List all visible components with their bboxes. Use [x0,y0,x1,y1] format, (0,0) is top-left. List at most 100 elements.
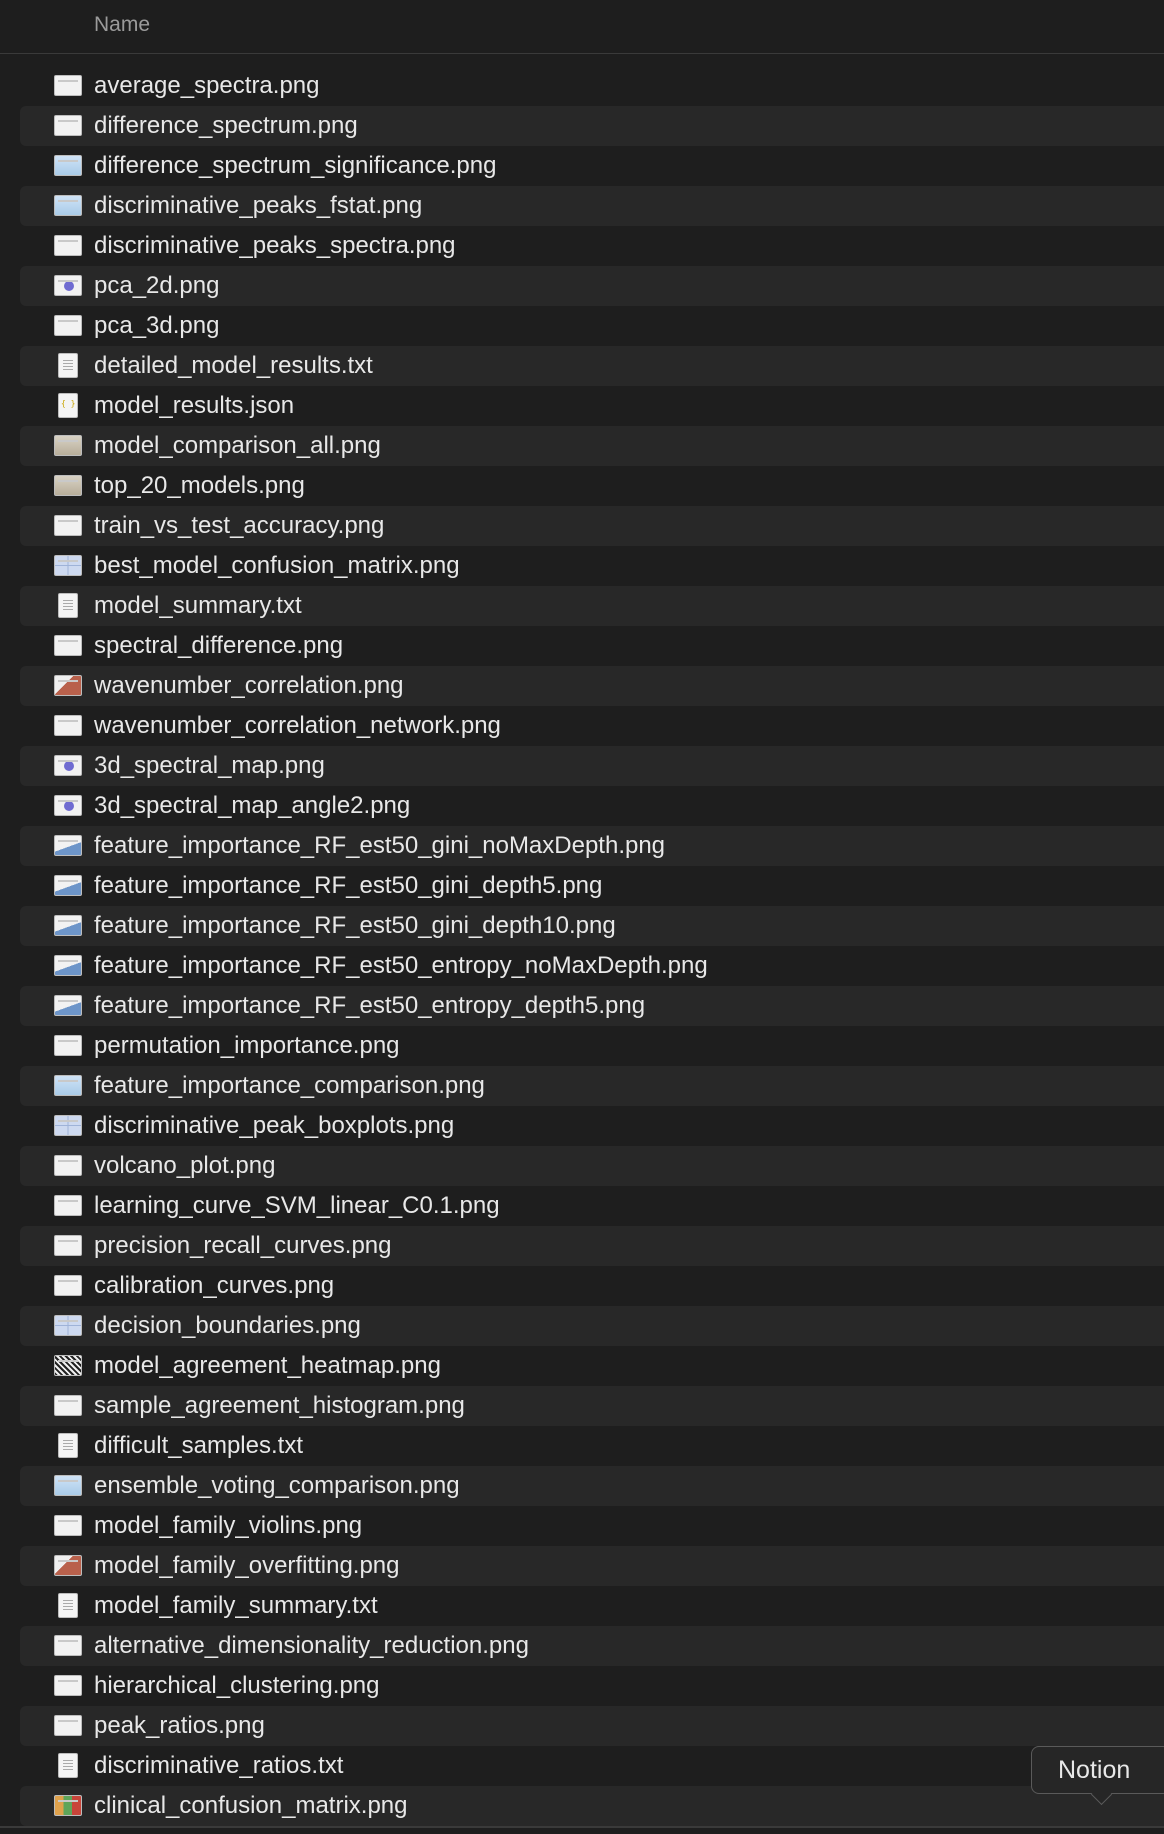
file-row[interactable]: feature_importance_RF_est50_entropy_dept… [0,986,1164,1026]
image-icon [54,755,82,776]
image-icon [54,1035,82,1056]
image-icon [54,235,82,256]
file-row[interactable]: top_20_models.png [0,466,1164,506]
file-row[interactable]: 3d_spectral_map.png [0,746,1164,786]
file-row[interactable]: volcano_plot.png [0,1146,1164,1186]
file-name: model_family_overfitting.png [94,1552,400,1579]
image-icon [54,1315,82,1336]
file-row[interactable]: calibration_curves.png [0,1266,1164,1306]
file-row[interactable]: discriminative_peaks_fstat.png [0,186,1164,226]
list-header: Name [0,0,1164,54]
file-name: model_agreement_heatmap.png [94,1352,441,1379]
image-icon [54,1275,82,1296]
file-name: model_family_summary.txt [94,1592,378,1619]
file-name: ensemble_voting_comparison.png [94,1472,460,1499]
file-name: wavenumber_correlation.png [94,672,404,699]
file-name: permutation_importance.png [94,1032,400,1059]
file-row[interactable]: model_summary.txt [0,586,1164,626]
file-name: pca_3d.png [94,312,220,339]
image-icon [54,955,82,976]
file-row[interactable]: feature_importance_RF_est50_gini_depth10… [0,906,1164,946]
file-name: average_spectra.png [94,72,320,99]
file-name: feature_importance_RF_est50_entropy_noMa… [94,952,708,979]
file-row[interactable]: peak_ratios.png [0,1706,1164,1746]
file-row[interactable]: feature_importance_RF_est50_entropy_noMa… [0,946,1164,986]
file-row[interactable]: feature_importance_comparison.png [0,1066,1164,1106]
json-document-icon [58,393,78,418]
file-row[interactable]: discriminative_peaks_spectra.png [0,226,1164,266]
image-icon [54,875,82,896]
file-row[interactable]: train_vs_test_accuracy.png [0,506,1164,546]
image-icon [54,1795,82,1816]
file-name: top_20_models.png [94,472,305,499]
file-row[interactable]: decision_boundaries.png [0,1306,1164,1346]
file-name: detailed_model_results.txt [94,352,373,379]
image-icon [54,1715,82,1736]
file-row[interactable]: model_family_summary.txt [0,1586,1164,1626]
file-name: best_model_confusion_matrix.png [94,552,460,579]
file-row[interactable]: discriminative_peak_boxplots.png [0,1106,1164,1146]
image-icon [54,1075,82,1096]
file-row[interactable]: sample_agreement_histogram.png [0,1386,1164,1426]
file-name: decision_boundaries.png [94,1312,361,1339]
file-name: sample_agreement_histogram.png [94,1392,465,1419]
file-row[interactable]: wavenumber_correlation.png [0,666,1164,706]
image-icon [54,1555,82,1576]
image-icon [54,1395,82,1416]
file-row[interactable]: ensemble_voting_comparison.png [0,1466,1164,1506]
file-row[interactable]: precision_recall_curves.png [0,1226,1164,1266]
file-row[interactable]: model_agreement_heatmap.png [0,1346,1164,1386]
file-row[interactable]: difference_spectrum_significance.png [0,146,1164,186]
file-row[interactable]: detailed_model_results.txt [0,346,1164,386]
image-icon [54,675,82,696]
file-name: learning_curve_SVM_linear_C0.1.png [94,1192,500,1219]
file-name: discriminative_peak_boxplots.png [94,1112,455,1139]
image-icon [54,1195,82,1216]
file-row[interactable]: learning_curve_SVM_linear_C0.1.png [0,1186,1164,1226]
image-icon [54,195,82,216]
file-row[interactable]: permutation_importance.png [0,1026,1164,1066]
file-row[interactable]: pca_3d.png [0,306,1164,346]
file-row[interactable]: feature_importance_RF_est50_gini_noMaxDe… [0,826,1164,866]
image-icon [54,1635,82,1656]
file-row[interactable]: alternative_dimensionality_reduction.png [0,1626,1164,1666]
image-icon [54,315,82,336]
file-row[interactable]: model_results.json [0,386,1164,426]
image-icon [54,1355,82,1376]
file-row[interactable]: model_family_overfitting.png [0,1546,1164,1586]
image-icon [54,1115,82,1136]
file-row[interactable]: model_comparison_all.png [0,426,1164,466]
text-document-icon [58,1753,78,1778]
name-column-header[interactable]: Name [94,13,150,37]
file-row[interactable]: 3d_spectral_map_angle2.png [0,786,1164,826]
image-icon [54,75,82,96]
image-icon [54,555,82,576]
image-icon [54,995,82,1016]
file-row[interactable]: clinical_confusion_matrix.png [0,1786,1164,1826]
file-row[interactable]: spectral_difference.png [0,626,1164,666]
file-row[interactable]: best_model_confusion_matrix.png [0,546,1164,586]
text-document-icon [58,593,78,618]
text-document-icon [58,1433,78,1458]
file-list: average_spectra.png difference_spectrum.p… [0,66,1164,1826]
file-name: discriminative_ratios.txt [94,1752,344,1779]
file-row[interactable]: average_spectra.png [0,66,1164,106]
file-name: model_comparison_all.png [94,432,381,459]
file-row[interactable]: difficult_samples.txt [0,1426,1164,1466]
file-row[interactable]: difference_spectrum.png [0,106,1164,146]
file-row[interactable]: wavenumber_correlation_network.png [0,706,1164,746]
file-name: feature_importance_RF_est50_gini_depth5.… [94,872,603,899]
file-row[interactable]: feature_importance_RF_est50_gini_depth5.… [0,866,1164,906]
file-name: feature_importance_RF_est50_gini_depth10… [94,912,616,939]
file-name: hierarchical_clustering.png [94,1672,380,1699]
file-name: wavenumber_correlation_network.png [94,712,501,739]
image-icon [54,275,82,296]
file-name: spectral_difference.png [94,632,344,659]
file-row[interactable]: hierarchical_clustering.png [0,1666,1164,1706]
image-icon [54,435,82,456]
file-row[interactable]: discriminative_ratios.txt [0,1746,1164,1786]
file-row[interactable]: pca_2d.png [0,266,1164,306]
text-document-icon [58,1593,78,1618]
file-row[interactable]: model_family_violins.png [0,1506,1164,1546]
file-name: feature_importance_RF_est50_entropy_dept… [94,992,646,1019]
